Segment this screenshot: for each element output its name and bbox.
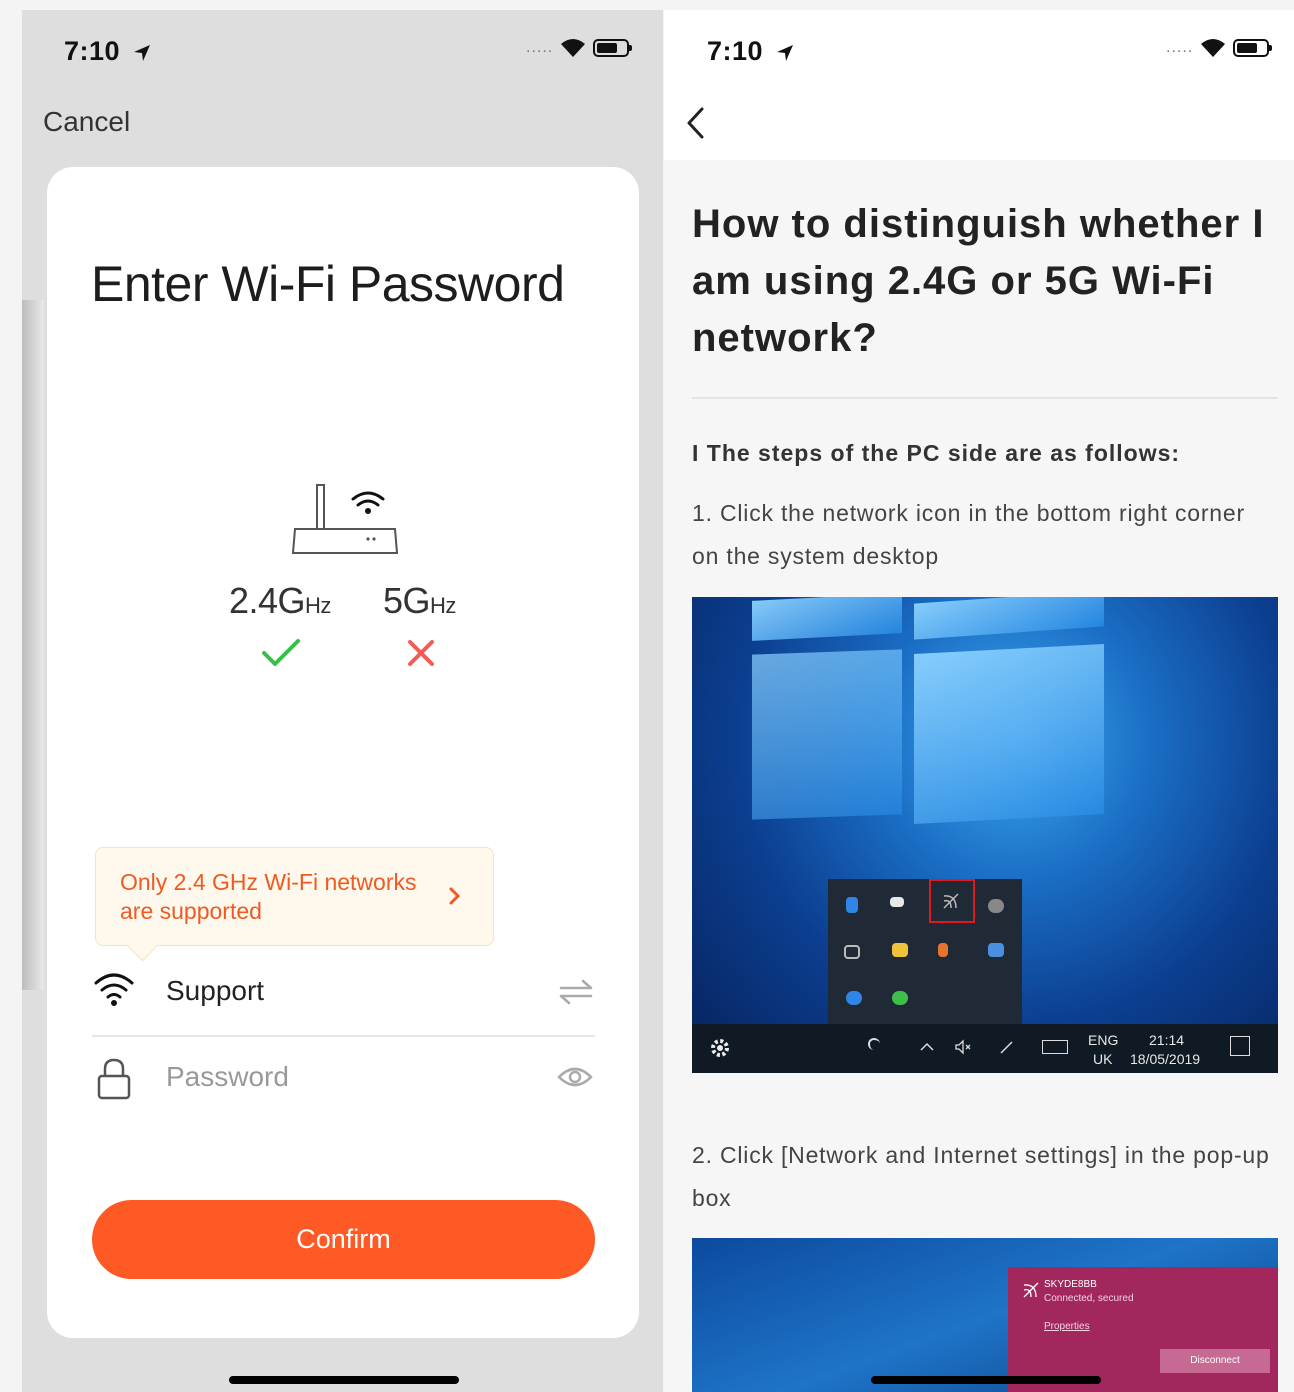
app-tray-icon — [988, 943, 1004, 957]
band-24-unit: Hz — [305, 593, 331, 618]
mute-icon — [954, 1038, 972, 1056]
app-tray-icon — [890, 897, 904, 907]
window-pane — [914, 644, 1104, 824]
taskbar-language: ENG — [1088, 1032, 1119, 1048]
home-indicator[interactable] — [229, 1376, 459, 1384]
cancel-button[interactable]: Cancel — [43, 106, 130, 138]
band-5ghz-label: 5GHz — [383, 580, 456, 622]
status-time-text: 7:10 — [64, 36, 121, 66]
left-phone-screen: 7:10 ..... Cancel Enter Wi-Fi Password 2… — [22, 10, 663, 1392]
nav-header: 7:10 ..... — [664, 10, 1294, 160]
battery-icon — [593, 39, 633, 57]
pen-icon — [998, 1038, 1016, 1056]
popup-properties-link: Properties — [1044, 1321, 1090, 1332]
network-tray-icon — [943, 893, 959, 909]
band-24ghz-label: 2.4GHz — [229, 580, 331, 622]
desktop-screenshot-1: ENG UK 21:14 18/05/2019 — [692, 597, 1278, 1073]
popup-disconnect-button: Disconnect — [1160, 1349, 1270, 1373]
field-divider — [92, 1035, 595, 1037]
signal-dots: ..... — [526, 39, 554, 56]
security-tray-icon — [892, 943, 908, 957]
router-icon — [291, 484, 399, 554]
window-pane — [752, 649, 902, 820]
confirm-button[interactable]: Confirm — [92, 1200, 595, 1279]
ssid-field[interactable]: Support — [92, 957, 595, 1029]
popup-ssid: SKYDE8BB — [1044, 1279, 1097, 1290]
wifi-signal-icon — [1023, 1282, 1039, 1298]
keyboard-icon — [1042, 1040, 1068, 1054]
article-step-1: 1. Click the network icon in the bottom … — [692, 500, 1245, 569]
password-field[interactable]: Password — [92, 1043, 595, 1115]
wifi-icon — [94, 973, 134, 1006]
bluetooth-icon — [846, 897, 858, 913]
battery-tray-icon — [844, 945, 860, 959]
password-input[interactable]: Password — [166, 1061, 289, 1093]
taskbar-region: UK — [1093, 1051, 1113, 1067]
check-icon — [262, 639, 300, 666]
location-arrow-icon — [134, 44, 151, 61]
band-5-main: 5G — [383, 580, 431, 621]
switch-network-icon[interactable] — [559, 979, 593, 1005]
wifi-password-card: Enter Wi-Fi Password 2.4GHz 5GHz Only 2.… — [47, 167, 639, 1338]
article-divider — [692, 397, 1278, 399]
signal-dots: ..... — [1166, 39, 1194, 56]
status-time: 7:10 — [707, 36, 795, 67]
note-text: Only 2.4 GHz Wi-Fi networks are supporte… — [120, 869, 417, 924]
taskbar-clock: 21:14 — [1149, 1032, 1185, 1048]
system-tray-popup — [828, 879, 1022, 1027]
window-pane — [752, 597, 902, 641]
speaker-tray-icon — [938, 943, 948, 957]
taskbar-date: 18/05/2019 — [1130, 1051, 1201, 1067]
status-time-text: 7:10 — [707, 36, 764, 66]
gear-icon — [711, 1039, 729, 1057]
page-title: Enter Wi-Fi Password — [91, 256, 565, 312]
taskbar: ENG UK 21:14 18/05/2019 — [692, 1024, 1278, 1073]
lock-icon — [97, 1058, 131, 1100]
band-24-main: 2.4G — [229, 580, 306, 621]
chevron-right-icon — [449, 887, 461, 905]
status-right: ..... — [1166, 38, 1273, 58]
skype-tray-icon — [846, 991, 862, 1005]
band-5-unit: Hz — [430, 593, 456, 618]
window-pane — [914, 597, 1104, 640]
battery-icon — [1233, 39, 1273, 57]
band-support-note[interactable]: Only 2.4 GHz Wi-Fi networks are supporte… — [95, 847, 494, 946]
location-arrow-icon — [777, 44, 794, 61]
popup-state: Connected, secured — [1044, 1293, 1134, 1304]
chat-tray-icon — [892, 991, 908, 1005]
chevron-up-icon — [918, 1038, 936, 1056]
article-step-2: 2. Click [Network and Internet settings]… — [692, 1142, 1270, 1211]
app-tray-icon — [988, 899, 1004, 913]
wifi-status-icon — [561, 39, 586, 57]
background-edge — [22, 300, 44, 990]
article-title: How to distinguish whether I am using 2.… — [692, 202, 1265, 360]
people-icon — [868, 1038, 880, 1050]
back-chevron-icon[interactable] — [684, 106, 708, 140]
notification-icon — [1230, 1036, 1250, 1056]
home-indicator[interactable] — [871, 1376, 1101, 1384]
network-popup: SKYDE8BB Connected, secured Properties D… — [1008, 1267, 1278, 1392]
eye-icon[interactable] — [557, 1065, 593, 1089]
cross-icon — [408, 640, 434, 666]
desktop-screenshot-2: SKYDE8BB Connected, secured Properties D… — [692, 1238, 1278, 1392]
right-phone-screen: 7:10 ..... How to distinguish whether I … — [664, 10, 1294, 1392]
article-subhead: I The steps of the PC side are as follow… — [692, 440, 1181, 466]
status-time: 7:10 — [64, 36, 152, 67]
status-right: ..... — [526, 38, 633, 58]
wifi-status-icon — [1201, 39, 1226, 57]
ssid-value: Support — [166, 975, 265, 1006]
